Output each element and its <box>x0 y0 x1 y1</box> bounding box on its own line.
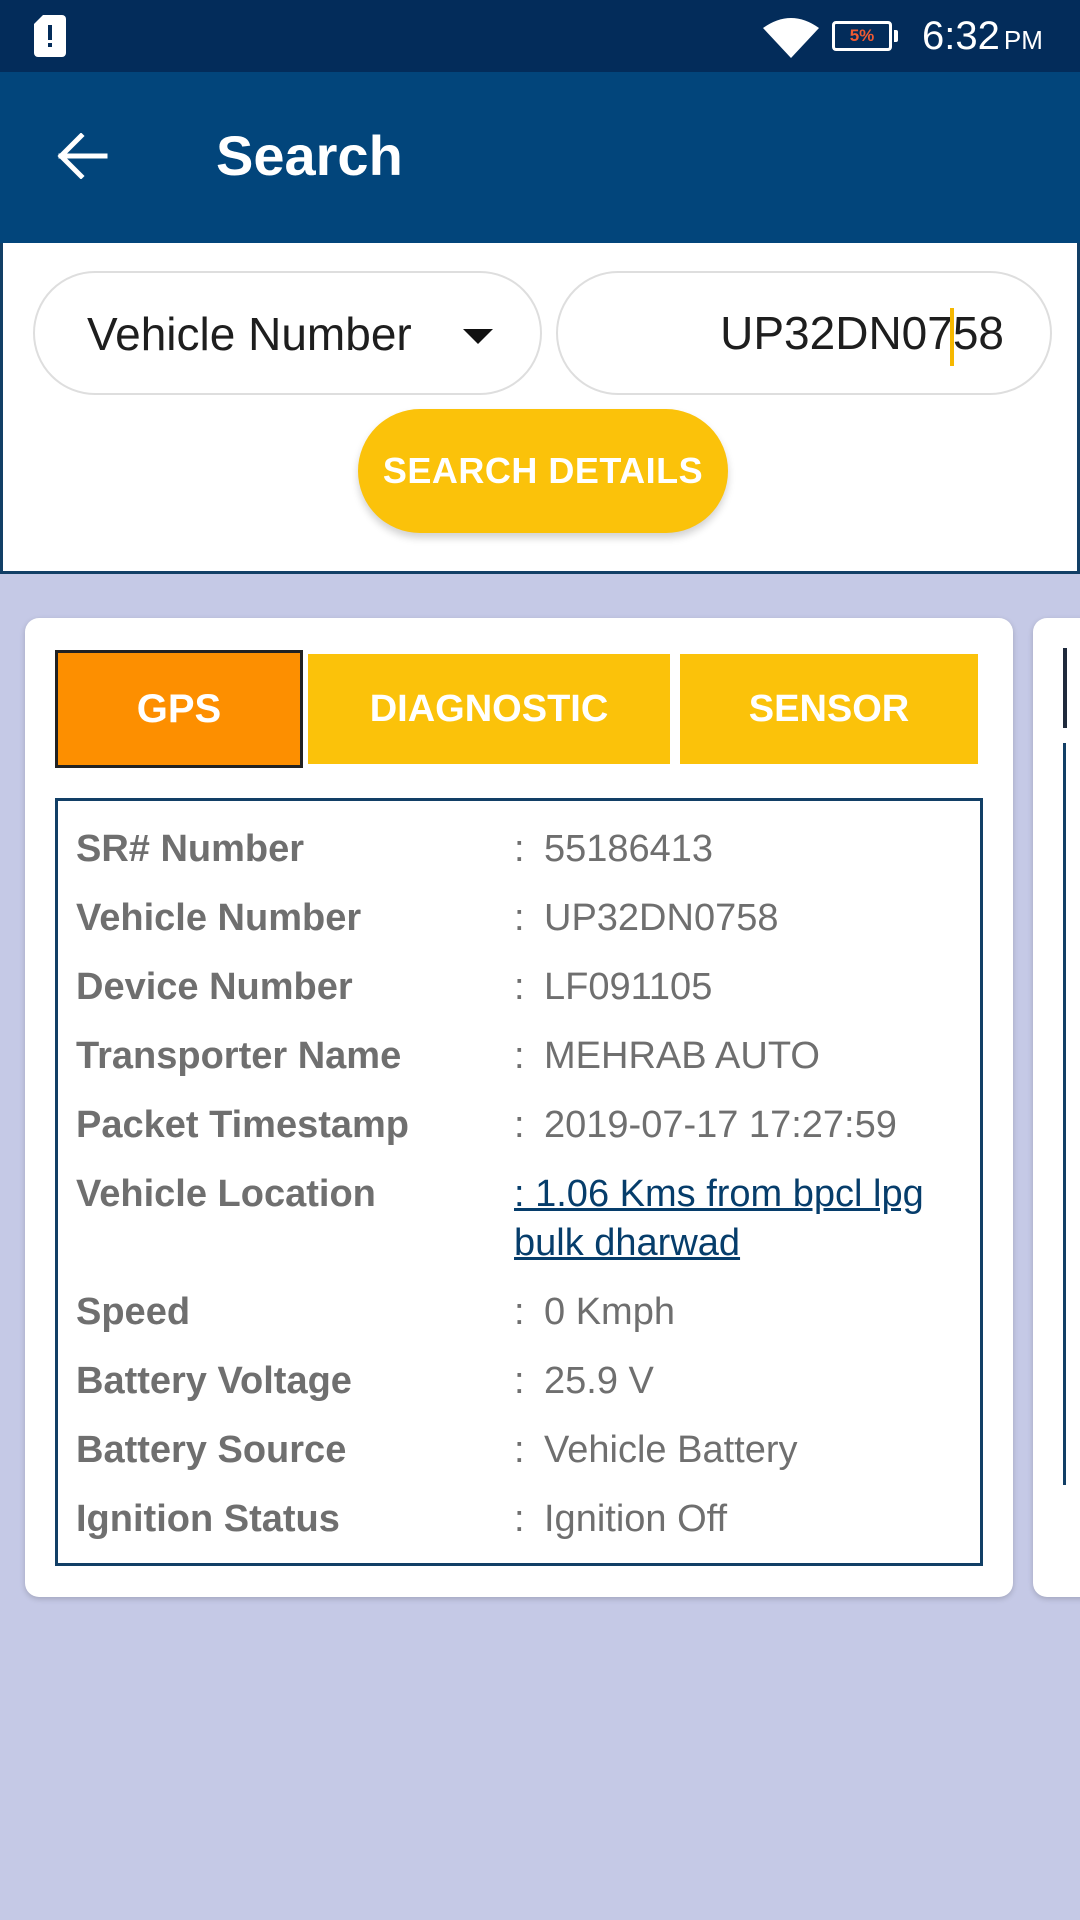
tab-sensor[interactable]: SENSOR <box>680 654 978 764</box>
sim-alert-icon <box>34 15 66 57</box>
battery-indicator: 5% <box>832 21 898 51</box>
vehicle-number-input[interactable] <box>588 303 1004 363</box>
detail-value: UP32DN0758 <box>544 897 779 939</box>
detail-label: Vehicle Number <box>76 897 362 939</box>
detail-label: Speed <box>76 1291 191 1333</box>
search-panel: Vehicle Number SEARCH DETAILS <box>0 243 1080 574</box>
detail-value: 25.9 V <box>544 1360 654 1402</box>
battery-percent: 5% <box>832 21 892 51</box>
search-details-button[interactable]: SEARCH DETAILS <box>358 409 728 533</box>
app-bar: Search <box>0 72 1080 243</box>
detail-value: 55186413 <box>544 828 714 870</box>
detail-label: Ignition Status <box>76 1498 340 1540</box>
text-cursor <box>950 308 954 366</box>
tab-gps[interactable]: GPS <box>55 650 303 768</box>
next-card-peek[interactable] <box>1033 618 1080 1597</box>
detail-separator: : <box>514 1035 525 1077</box>
detail-separator: : <box>514 1291 525 1333</box>
battery-tip <box>894 30 898 42</box>
detail-value: Vehicle Battery <box>544 1429 798 1471</box>
gps-details-table: SR# Number : 55186413 Vehicle Number : U… <box>55 798 983 1566</box>
tab-diagnostic[interactable]: DIAGNOSTIC <box>308 654 670 764</box>
search-type-dropdown[interactable]: Vehicle Number <box>33 271 542 395</box>
detail-label: Vehicle Location <box>76 1173 376 1215</box>
page-title: Search <box>216 124 403 187</box>
detail-separator: : <box>514 1360 525 1402</box>
detail-separator: : <box>514 966 525 1008</box>
vehicle-number-field[interactable] <box>556 271 1052 395</box>
detail-value: 2019-07-17 17:27:59 <box>544 1104 897 1146</box>
detail-value: Ignition Off <box>544 1498 728 1540</box>
detail-separator: : <box>514 828 525 870</box>
vehicle-location-link[interactable]: : 1.06 Kms from bpcl lpg bulk dharwad <box>514 1170 944 1268</box>
detail-label: Battery Source <box>76 1429 347 1471</box>
detail-value: 0 Kmph <box>544 1291 675 1333</box>
next-card-tab-edge <box>1063 648 1067 728</box>
clock: 6:32 PM <box>922 14 1043 62</box>
caret-down-icon <box>463 329 493 344</box>
detail-label: Battery Voltage <box>76 1360 352 1402</box>
status-bar: 5% 6:32 PM <box>0 0 1080 72</box>
vehicle-details-card: GPS DIAGNOSTIC SENSOR SR# Number : 55186… <box>25 618 1013 1597</box>
wifi-icon <box>763 18 819 58</box>
back-button[interactable] <box>50 124 114 188</box>
detail-separator: : <box>514 1498 525 1540</box>
next-card-table-edge <box>1063 743 1066 1485</box>
detail-value: LF091105 <box>544 966 713 1008</box>
detail-label: Transporter Name <box>76 1035 402 1077</box>
clock-time: 6:32 <box>922 14 1000 58</box>
dropdown-selected-value: Vehicle Number <box>87 308 412 360</box>
detail-separator: : <box>514 1429 525 1471</box>
clock-ampm: PM <box>1003 25 1043 55</box>
detail-label: Packet Timestamp <box>76 1104 410 1146</box>
detail-separator: : <box>514 1104 525 1146</box>
arrow-left-icon <box>57 133 108 179</box>
detail-separator: : <box>514 897 525 939</box>
detail-label: SR# Number <box>76 828 305 870</box>
detail-label: Device Number <box>76 966 353 1008</box>
detail-value: MEHRAB AUTO <box>544 1035 820 1077</box>
